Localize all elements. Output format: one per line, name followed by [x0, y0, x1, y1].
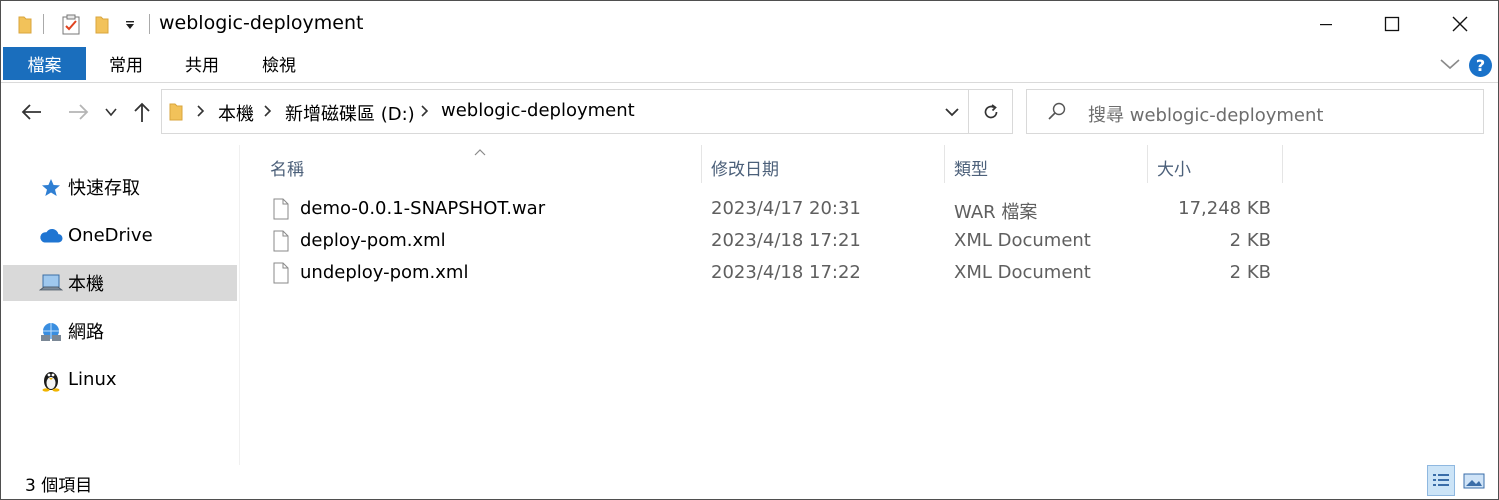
- forward-button[interactable]: [63, 97, 93, 127]
- chevron-right-icon[interactable]: [263, 103, 273, 122]
- file-row[interactable]: undeploy-pom.xml 2023/4/18 17:22 XML Doc…: [267, 257, 1287, 289]
- sidebar-item-onedrive[interactable]: OneDrive: [3, 217, 237, 253]
- ribbon-tabs: 檔案 常用 共用 檢視 ?: [1, 47, 1498, 83]
- help-icon[interactable]: ?: [1469, 54, 1492, 77]
- explorer-window: weblogic-deployment 檔案 常用 共用 檢視 ? 本機 新增磁…: [0, 0, 1499, 500]
- search-placeholder: 搜尋 weblogic-deployment: [1088, 105, 1324, 126]
- breadcrumb-current-folder[interactable]: weblogic-deployment: [441, 100, 635, 121]
- cloud-icon: [39, 224, 63, 248]
- file-name: demo-0.0.1-SNAPSHOT.war: [300, 198, 546, 219]
- column-header-size[interactable]: 大小: [1157, 150, 1277, 184]
- chevron-right-icon[interactable]: [196, 103, 206, 122]
- search-box[interactable]: 搜尋 weblogic-deployment: [1026, 89, 1484, 134]
- tab-share[interactable]: 共用: [173, 47, 231, 80]
- customize-quick-access-icon[interactable]: [120, 13, 140, 37]
- close-button[interactable]: [1425, 1, 1494, 47]
- window-title: weblogic-deployment: [159, 12, 364, 34]
- network-icon: [39, 320, 63, 344]
- column-divider[interactable]: [1282, 145, 1283, 183]
- title-bar: weblogic-deployment: [1, 1, 1498, 47]
- file-row[interactable]: demo-0.0.1-SNAPSHOT.war 2023/4/17 20:31 …: [267, 193, 1287, 225]
- navigation-bar: 本機 新增磁碟區 (D:) weblogic-deployment 搜尋 web…: [1, 83, 1498, 145]
- sidebar-item-label: 快速存取: [68, 178, 140, 199]
- column-header-date[interactable]: 修改日期: [711, 150, 941, 184]
- file-size: 2 KB: [1229, 262, 1271, 283]
- item-count: 3 個項目: [25, 476, 93, 496]
- minimize-button[interactable]: [1291, 1, 1360, 47]
- sidebar-item-label: OneDrive: [68, 224, 153, 246]
- properties-icon[interactable]: [59, 13, 83, 37]
- title-separator: [149, 14, 150, 34]
- address-bar[interactable]: 本機 新增磁碟區 (D:) weblogic-deployment: [161, 89, 1013, 134]
- tab-home[interactable]: 常用: [97, 47, 155, 80]
- large-icons-view-button[interactable]: [1460, 465, 1488, 496]
- address-dropdown-icon[interactable]: [934, 90, 969, 133]
- breadcrumb-drive[interactable]: 新增磁碟區 (D:): [285, 100, 415, 126]
- tab-file[interactable]: 檔案: [3, 47, 86, 80]
- navigation-pane: 快速存取 OneDrive 本機 網路 Linux: [1, 145, 240, 465]
- file-icon: [273, 198, 289, 224]
- file-date: 2023/4/18 17:21: [711, 230, 861, 251]
- file-date: 2023/4/18 17:22: [711, 262, 861, 283]
- file-name: deploy-pom.xml: [300, 230, 446, 251]
- sidebar-item-network[interactable]: 網路: [3, 313, 237, 349]
- file-list: 名稱 修改日期 類型 大小 demo-0.0.1-SNAPSHOT.war 20…: [241, 145, 1498, 465]
- folder-icon: [168, 102, 184, 126]
- column-divider[interactable]: [701, 145, 702, 183]
- tab-view[interactable]: 檢視: [250, 47, 308, 80]
- refresh-button[interactable]: [968, 90, 1012, 133]
- sidebar-item-this-pc[interactable]: 本機: [3, 265, 237, 301]
- back-button[interactable]: [17, 97, 47, 127]
- sidebar-item-label: Linux: [68, 368, 117, 390]
- linux-penguin-icon: [39, 368, 63, 392]
- column-header-name[interactable]: 名稱: [270, 150, 700, 184]
- folder-icon: [15, 13, 35, 37]
- chevron-right-icon[interactable]: [420, 103, 430, 122]
- star-icon: [39, 176, 63, 200]
- file-name: undeploy-pom.xml: [300, 262, 469, 283]
- column-divider[interactable]: [944, 145, 945, 183]
- sidebar-item-label: 本機: [68, 274, 104, 295]
- file-size: 2 KB: [1229, 230, 1271, 251]
- file-size: 17,248 KB: [1178, 198, 1271, 219]
- column-divider[interactable]: [1147, 145, 1148, 183]
- file-row[interactable]: deploy-pom.xml 2023/4/18 17:21 XML Docum…: [267, 225, 1287, 257]
- search-icon: [1047, 101, 1067, 125]
- file-date: 2023/4/17 20:31: [711, 198, 861, 219]
- file-type: XML Document: [954, 230, 1091, 251]
- quick-access-separator: [43, 14, 44, 34]
- file-type: WAR 檔案: [954, 202, 1038, 223]
- recent-locations-icon[interactable]: [102, 97, 120, 127]
- maximize-button[interactable]: [1357, 1, 1426, 47]
- computer-icon: [39, 272, 63, 296]
- status-bar: 3 個項目: [1, 465, 1498, 499]
- file-icon: [273, 230, 289, 256]
- file-type: XML Document: [954, 262, 1091, 283]
- sidebar-item-quick-access[interactable]: 快速存取: [3, 169, 237, 205]
- column-header-type[interactable]: 類型: [954, 150, 1144, 184]
- breadcrumb-this-pc[interactable]: 本機: [218, 100, 254, 126]
- expand-ribbon-icon[interactable]: [1439, 55, 1461, 77]
- new-folder-icon[interactable]: [91, 13, 113, 37]
- up-button[interactable]: [128, 97, 156, 127]
- sidebar-item-linux[interactable]: Linux: [3, 361, 237, 397]
- sidebar-item-label: 網路: [68, 322, 104, 343]
- file-icon: [273, 262, 289, 288]
- details-view-button[interactable]: [1427, 465, 1455, 496]
